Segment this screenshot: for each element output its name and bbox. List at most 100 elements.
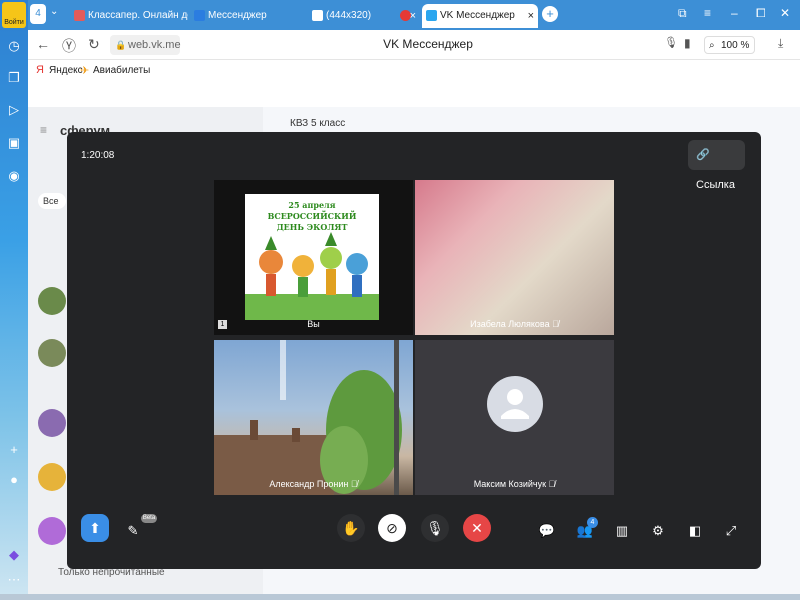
collection-icon[interactable]: ❐ [4, 68, 24, 88]
mic-icon[interactable]: 🎙 [664, 36, 678, 49]
link-label: Ссылка [696, 179, 735, 191]
zoom-indicator[interactable]: ⌕ 100 % [704, 36, 756, 54]
tab-label: Классапер. Онлайн доск [88, 10, 188, 21]
poster-line: 25 апреля [288, 200, 336, 210]
yandex-icon[interactable]: Ⓨ [62, 36, 76, 56]
default-avatar-icon [487, 376, 543, 432]
bookmarks-bar: Я Яндекс ✈ Авиабилеты [28, 60, 800, 84]
minimize-icon[interactable]: – [731, 6, 738, 20]
filter-all[interactable]: Все [38, 193, 66, 209]
mic-muted-icon: 🎙̸ [350, 479, 358, 489]
play-icon[interactable]: ▷ [4, 100, 24, 120]
participant-name-text: Изабела Люлякова [470, 319, 550, 329]
tab-klassaper[interactable]: Классапер. Онлайн доск [70, 4, 188, 28]
call-timer: 1:20:08 [81, 150, 115, 161]
menu-icon[interactable]: ≡ [40, 123, 47, 137]
bookmark-tab-icon[interactable]: ⧉ [678, 6, 687, 21]
clock-icon[interactable]: ◷ [4, 36, 24, 56]
app-rail: Войти ◷ ❐ ▷ ▣ ◉ + ● ◆ ⋯ [0, 0, 28, 600]
new-tab-button[interactable]: + [542, 6, 558, 22]
video-off-button[interactable]: ⊘ [378, 514, 406, 542]
tab-messenger[interactable]: Мессенджер [190, 4, 300, 28]
plus-icon[interactable]: + [4, 440, 24, 460]
mic-muted-icon: 🎙̸ [552, 319, 559, 329]
bookmark-aviabilety[interactable]: ✈ Авиабилеты [80, 65, 150, 77]
login-logo[interactable]: Войти [2, 2, 26, 28]
more-icon[interactable]: ⋯ [4, 570, 24, 590]
tab-favicon-icon [312, 10, 323, 21]
page-title: VK Мессенджер [383, 37, 473, 51]
avatar[interactable] [38, 339, 66, 367]
app-icon[interactable]: ▣ [4, 133, 24, 153]
participant-name: Максим Козийчук 🎙̸ [415, 479, 614, 489]
close-icon[interactable]: × [410, 4, 416, 28]
chat-title: КВЗ 5 класс [290, 118, 346, 129]
layout-icon[interactable]: ▥ [611, 520, 633, 542]
assistant-icon[interactable]: ◆ [4, 545, 24, 565]
participant-tile-maksim[interactable]: Максим Козийчук 🎙̸ [415, 340, 614, 495]
taskbar [0, 594, 800, 600]
tab-list-chevron-icon[interactable]: ⌄ [50, 6, 58, 17]
link-icon: 🔗 [696, 149, 710, 161]
login-label: Войти [4, 19, 24, 26]
whiteboard-icon[interactable]: ✎ [122, 520, 144, 542]
chat-icon[interactable]: 💬 [536, 520, 558, 542]
raise-hand-button[interactable]: ✋ [337, 514, 365, 542]
fullscreen-icon[interactable]: ⤢ [720, 520, 742, 542]
camera-icon[interactable]: ◉ [4, 166, 24, 186]
tab-favicon-icon [74, 10, 85, 21]
url-field[interactable]: 🔒 web.vk.me [110, 35, 181, 55]
yandex-logo-icon: Я [36, 64, 44, 76]
avatar[interactable] [38, 517, 66, 545]
tab-label: (444x320) [326, 10, 372, 21]
tab-recording[interactable]: × [396, 4, 420, 28]
alice-icon[interactable]: ● [4, 470, 24, 490]
avatar[interactable] [38, 463, 66, 491]
participant-tile-you[interactable]: 25 апреля ВСЕРОССИЙСКИЙ ДЕНЬ ЭКОЛЯТ 1 Вы [214, 180, 413, 335]
tab-image[interactable]: (444x320) [308, 4, 394, 28]
participant-name: Александр Пронин 🎙̸ [214, 479, 413, 489]
pip-icon[interactable]: ◧ [684, 520, 706, 542]
download-icon[interactable]: ⤓ [778, 36, 783, 51]
tab-favicon-icon [426, 10, 437, 21]
back-icon[interactable]: ← [36, 36, 50, 52]
tab-vk-messenger[interactable]: VK Мессенджер × [422, 4, 538, 28]
outdoor-video-scene [214, 340, 402, 495]
hangup-button[interactable]: ✕ [463, 514, 491, 542]
lock-icon: 🔒 [115, 40, 127, 50]
plane-icon: ✈ [80, 65, 90, 77]
profile-badge[interactable]: 4 [30, 4, 46, 24]
bookmark-icon[interactable]: ▮ [684, 36, 691, 50]
participant-name: Вы [307, 319, 320, 329]
poster-line: ДЕНЬ ЭКОЛЯТ [276, 222, 348, 232]
zoom-icon: ⌕ [709, 40, 715, 51]
restore-icon[interactable]: ⧠ [756, 6, 766, 21]
tab-strip: 4 ⌄ Классапер. Онлайн доск Мессенджер (4… [28, 0, 800, 30]
menu-icon[interactable]: ≡ [704, 6, 711, 20]
close-icon[interactable]: × [528, 4, 534, 28]
mic-muted-icon: 🎙̸ [548, 479, 556, 489]
participant-name-text: Максим Козийчук [473, 479, 547, 489]
address-bar: ← Ⓨ ↻ 🔒 web.vk.me VK Мессенджер 🎙 ▮ ⌕ 10… [28, 30, 800, 60]
link-button[interactable]: 🔗 Ссылка [688, 140, 745, 191]
participant-name-text: Александр Пронин [269, 479, 349, 489]
participant-tile-izabela[interactable]: Изабела Люлякова 🎙̸ [415, 180, 614, 335]
tab-favicon-icon [194, 10, 205, 21]
zoom-value: 100 % [721, 40, 750, 51]
share-screen-button[interactable]: ⬆ [81, 514, 109, 542]
participants-count-badge: 4 [587, 517, 598, 528]
participant-tile-aleksandr[interactable]: Александр Пронин 🎙̸ [214, 340, 413, 495]
reload-icon[interactable]: ↻ [88, 36, 100, 53]
microphone-button[interactable]: 🎙 [421, 514, 449, 542]
ecolyata-poster: 25 апреля ВСЕРОССИЙСКИЙ ДЕНЬ ЭКОЛЯТ [245, 194, 379, 320]
avatar[interactable] [38, 409, 66, 437]
beta-badge: Beta [141, 514, 157, 523]
close-window-icon[interactable]: ✕ [780, 6, 790, 20]
tab-label: VK Мессенджер [440, 10, 515, 21]
avatar[interactable] [38, 287, 66, 315]
participant-name: Изабела Люлякова 🎙̸ [415, 319, 614, 329]
poster-line: ВСЕРОССИЙСКИЙ [267, 211, 357, 221]
bookmark-yandex[interactable]: Я Яндекс [36, 64, 83, 76]
tab-label: Мессенджер [208, 10, 267, 21]
settings-icon[interactable]: ⚙ [647, 520, 669, 542]
